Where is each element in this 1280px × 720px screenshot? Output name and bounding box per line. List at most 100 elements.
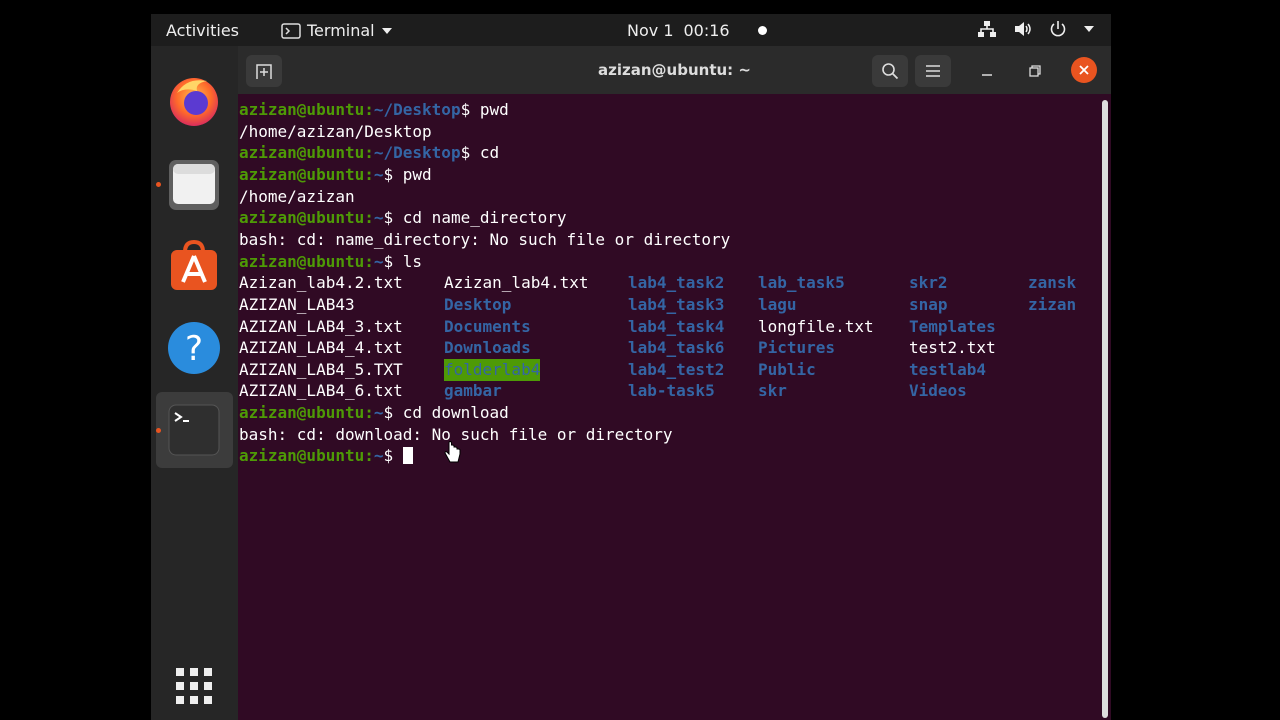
prompt-separator: : (364, 164, 374, 184)
ls-directory: Documents (444, 316, 531, 336)
command-text: cd (479, 143, 500, 163)
prompt-path: ~ (373, 164, 384, 184)
search-icon (882, 63, 899, 80)
prompt-separator: : (364, 100, 374, 119)
prompt-separator: : (364, 446, 374, 466)
prompt-path: ~ (373, 403, 384, 423)
prompt-path: ~ (373, 208, 384, 228)
scrollbar[interactable] (1102, 100, 1108, 718)
ls-directory: lagu (758, 294, 797, 314)
prompt-user: azizan@ubuntu (239, 446, 365, 466)
top-bar: Activities Terminal Nov 1 00:16 (151, 14, 1111, 46)
prompt-line: azizan@ubuntu:~$ ls (239, 251, 422, 273)
chevron-down-icon (1084, 26, 1094, 32)
output-line: /home/azizan/Desktop (239, 121, 432, 141)
ls-directory: Templates (909, 316, 996, 336)
output-line: bash: cd: name_directory: No such file o… (239, 229, 731, 249)
show-applications-icon[interactable] (174, 666, 214, 706)
prompt-symbol: $ (383, 164, 403, 184)
terminal-output[interactable]: azizan@ubuntu:~/Desktop$ pwd/home/azizan… (239, 94, 1101, 720)
volume-icon (1015, 22, 1031, 36)
ls-directory: lab4_task3 (628, 294, 725, 314)
ls-file: AZIZAN_LAB4_5.TXT (239, 359, 403, 379)
ls-directory: lab_task5 (758, 273, 845, 293)
app-menu-label: Terminal (307, 21, 375, 40)
clock[interactable]: Nov 1 00:16 (627, 21, 767, 40)
title-bar[interactable]: azizan@ubuntu: ~ (238, 46, 1111, 94)
ls-file: longfile.txt (758, 316, 874, 336)
prompt-separator: : (364, 403, 374, 423)
ls-directory: testlab4 (909, 359, 987, 379)
prompt-line: azizan@ubuntu:~$ cd name_directory (239, 207, 567, 229)
ls-file: AZIZAN_LAB4_4.txt (239, 338, 403, 358)
ubuntu-software-icon[interactable] (167, 239, 221, 294)
menu-button[interactable] (915, 55, 951, 87)
terminal-icon[interactable] (167, 403, 221, 457)
command-text: cd download (402, 403, 509, 423)
firefox-icon[interactable] (167, 73, 221, 127)
prompt-user: azizan@ubuntu (239, 251, 365, 271)
running-indicator (156, 428, 161, 433)
output-line: /home/azizan (239, 186, 355, 206)
minimize-button[interactable] (969, 55, 1005, 87)
prompt-path: ~/Desktop (373, 143, 461, 163)
text-cursor (402, 447, 413, 465)
ls-directory: zansk (1028, 273, 1077, 293)
prompt-separator: : (364, 251, 374, 271)
prompt-symbol: $ (383, 446, 403, 466)
ls-directory: skr (758, 381, 787, 401)
prompt-user: azizan@ubuntu (239, 208, 365, 228)
prompt-line: azizan@ubuntu:~/Desktop$ cd (239, 142, 499, 164)
ls-directory: skr2 (909, 273, 948, 293)
prompt-path: ~ (373, 251, 384, 271)
command-text: ls (402, 251, 423, 271)
prompt-symbol: $ (460, 143, 480, 163)
ls-directory: Desktop (444, 294, 512, 314)
ls-directory: snap (909, 294, 948, 314)
dock: ? (151, 46, 238, 720)
prompt-line: azizan@ubuntu:~$ pwd (239, 164, 432, 186)
minimize-icon (982, 74, 992, 76)
ls-directory: Pictures (758, 338, 836, 358)
prompt-symbol: $ (383, 251, 403, 271)
clock-date: Nov 1 (627, 21, 674, 40)
prompt-user: azizan@ubuntu (239, 100, 365, 119)
prompt-user: azizan@ubuntu (239, 403, 365, 423)
ls-directory: folderlab4 (444, 358, 541, 381)
prompt-user: azizan@ubuntu (239, 164, 365, 184)
prompt-path: ~/Desktop (373, 100, 461, 119)
ls-directory: Public (758, 359, 816, 379)
files-icon[interactable] (167, 158, 221, 212)
power-icon (1050, 21, 1066, 37)
network-icon (978, 21, 996, 37)
maximize-button[interactable] (1017, 55, 1053, 87)
search-button[interactable] (872, 55, 908, 87)
help-icon[interactable]: ? (167, 321, 221, 375)
notification-dot-icon (757, 26, 767, 35)
svg-text:?: ? (185, 329, 203, 369)
close-icon (1079, 65, 1089, 75)
ls-directory: gambar (444, 381, 502, 401)
prompt-symbol: $ (383, 403, 403, 423)
prompt-user: azizan@ubuntu (239, 143, 365, 163)
prompt-symbol: $ (460, 100, 480, 119)
terminal-app-icon (281, 22, 301, 39)
system-tray[interactable] (977, 20, 1095, 38)
ls-directory: lab4_task2 (628, 273, 725, 293)
running-indicator (156, 182, 161, 187)
prompt-line: azizan@ubuntu:~$ cd download (239, 402, 509, 424)
prompt-symbol: $ (383, 208, 403, 228)
prompt-line: azizan@ubuntu:~$ (239, 445, 413, 467)
terminal-window: azizan@ubuntu: ~ azizan@ubuntu:~/Desktop… (238, 46, 1111, 720)
ls-file: test2.txt (909, 338, 996, 358)
hand-pointer-icon (444, 441, 461, 463)
ls-directory: Downloads (444, 338, 531, 358)
prompt-line: azizan@ubuntu:~/Desktop$ pwd (239, 99, 509, 121)
activities-button[interactable]: Activities (166, 21, 239, 40)
prompt-separator: : (364, 208, 374, 228)
ls-directory: zizan (1028, 294, 1077, 314)
close-button[interactable] (1071, 57, 1097, 83)
app-menu[interactable]: Terminal (281, 21, 393, 40)
clock-time: 00:16 (683, 21, 730, 40)
prompt-path: ~ (373, 446, 384, 466)
